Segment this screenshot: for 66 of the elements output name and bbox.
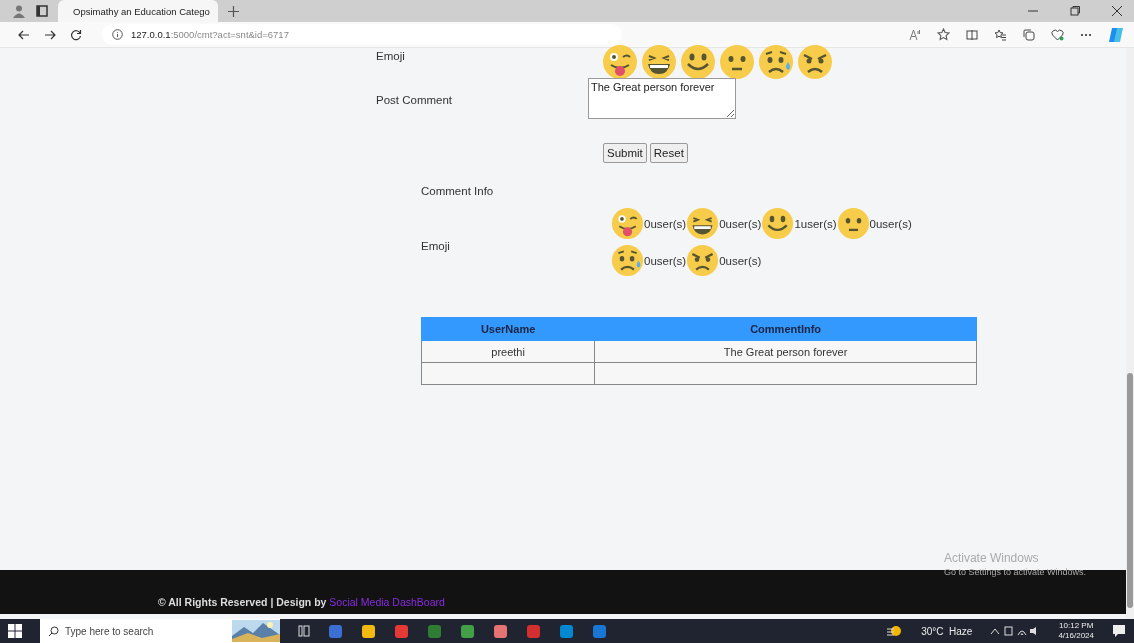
user-count: 0user(s) (644, 254, 687, 267)
start-icon[interactable] (8, 624, 22, 638)
angry-face-icon (686, 244, 720, 277)
new-tab-icon[interactable] (228, 5, 239, 17)
neutral-face-icon (836, 207, 870, 240)
smiling-face-icon (680, 44, 716, 80)
grinning-face-icon (686, 207, 720, 240)
app-icon[interactable] (361, 623, 376, 639)
user-count: 0user(s) (869, 217, 912, 230)
favorites-icon[interactable] (994, 28, 1007, 41)
heart-icon[interactable] (1051, 28, 1064, 41)
profile-icon[interactable] (12, 4, 26, 18)
notifications-icon[interactable] (1112, 624, 1126, 638)
weather-text: 30°C Haze (921, 625, 973, 637)
field-label: Post Comment (376, 93, 454, 108)
neutral-face-icon (719, 44, 755, 80)
back-icon[interactable] (18, 28, 30, 41)
smiling-face-icon (761, 207, 795, 240)
close-icon[interactable] (1112, 6, 1122, 16)
browser-tab[interactable]: Opsimathy an Education Catego (58, 0, 218, 22)
field-label: Emoji (421, 239, 451, 254)
read-aloud-icon[interactable] (909, 28, 921, 41)
url-text: 127.0.0.1:5000/cmt?act=snt&id=6717 (131, 29, 289, 40)
user-count: 0user(s) (719, 217, 762, 230)
submit-button[interactable]: Submit (603, 143, 647, 163)
forward-icon[interactable] (44, 28, 56, 41)
weather-icon (887, 625, 904, 637)
app-icon[interactable] (493, 623, 508, 639)
app-icon[interactable] (559, 623, 574, 639)
sad-sweat-face-icon (758, 44, 794, 80)
user-count: 0user(s) (719, 254, 762, 267)
sad-sweat-face-icon (611, 244, 644, 277)
clock-date: 4/16/2024 (1058, 631, 1094, 641)
star-icon[interactable] (937, 28, 950, 41)
copyright-text: © All Rights Reserved | Design by Social Media DashBoard (158, 596, 445, 608)
collections-icon[interactable] (1023, 28, 1035, 41)
table-cell: The Great person forever (594, 340, 977, 363)
more-icon[interactable] (1080, 32, 1092, 37)
copilot-icon[interactable] (1108, 26, 1124, 43)
address-field[interactable]: 127.0.0.1:5000/cmt?act=snt&id=6717 (102, 24, 622, 45)
refresh-icon[interactable] (70, 28, 82, 41)
info-icon (112, 29, 123, 40)
column-header: UserName (421, 317, 595, 341)
angry-face-icon (797, 44, 833, 80)
taskbar-search-field[interactable]: Type here to search (40, 619, 280, 643)
task-view-icon[interactable] (298, 625, 310, 637)
tab-title: Opsimathy an Education Catego (73, 5, 210, 17)
user-count: 1user(s) (794, 217, 837, 230)
table-cell: preethi (421, 340, 595, 363)
app-icon[interactable] (460, 623, 475, 639)
activation-notice-title: Activate Windows (943, 551, 1040, 565)
split-screen-icon[interactable] (966, 28, 978, 41)
comment-field[interactable]: The Great person forever (588, 78, 736, 119)
section-title: Comment Info (421, 185, 495, 197)
column-header: CommentInfo (594, 317, 977, 341)
activation-notice-text: Go to Settings to activate Windows. (943, 567, 1086, 577)
reset-button[interactable]: Reset (649, 143, 688, 163)
restore-icon[interactable] (1070, 6, 1080, 16)
scrollbar[interactable] (1126, 48, 1134, 619)
search-icon (48, 625, 59, 637)
clock-time: 10:12 PM (1059, 621, 1094, 631)
field-label: Emoji (376, 49, 406, 64)
winking-tongue-face-icon (611, 207, 644, 240)
tab-actions-icon[interactable] (36, 5, 48, 17)
app-icon[interactable] (394, 623, 409, 639)
user-count: 0user(s) (644, 217, 687, 230)
